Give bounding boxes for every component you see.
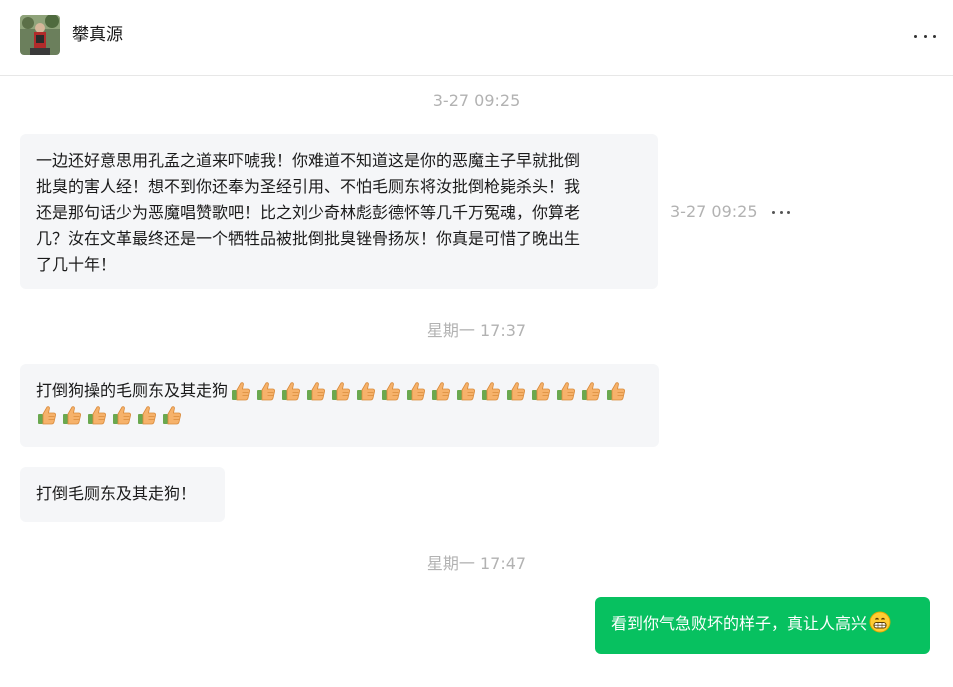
thumbs-up-icon <box>163 406 181 425</box>
thumbs-up-icon <box>507 382 526 401</box>
thumbs-up-icon <box>557 382 576 401</box>
message-line: 批臭的害人经！想不到你还奉为圣经引用、不怕毛厕东将汝批倒枪毙杀头！我 <box>36 177 581 196</box>
grinning-face-icon <box>869 611 891 633</box>
time-separator: 星期一 17:47 <box>426 554 527 573</box>
message-bubble-outgoing[interactable]: 看到你气急败坏的样子，真让人高兴 <box>595 597 930 654</box>
thumbs-up-icon <box>582 382 601 401</box>
more-options-icon[interactable] <box>911 25 939 47</box>
message-line: 一边还好意思用孔孟之道来吓唬我！你难道不知道这是你的恶魔主子早就批倒 <box>36 151 581 170</box>
thumbs-up-icon <box>382 382 401 401</box>
thumbs-up-icon <box>357 382 376 401</box>
thumbs-up-icon <box>332 382 351 401</box>
thumbs-up-icon <box>232 382 251 401</box>
thumbs-up-icon <box>457 382 476 401</box>
message-time: 3-27 09:25 <box>670 202 758 221</box>
message-line: 还是那句话少为恶魔唱赞歌吧！比之刘少奇林彪彭德怀等几千万冤魂，你算老 <box>36 203 581 222</box>
thumbs-up-icon <box>113 406 131 425</box>
message-more-icon[interactable] <box>770 205 792 219</box>
message-line: 了几十年！ <box>36 255 117 274</box>
message-text: 看到你气急败坏的样子，真让人高兴 <box>611 614 868 633</box>
thumbs-up-icon <box>88 406 106 425</box>
time-separator: 3-27 09:25 <box>432 91 521 110</box>
chat-header: 攀真源 <box>0 0 953 76</box>
thumbs-up-icon <box>257 382 276 401</box>
message-line: 几？汝在文革最终还是一个牺牲品被批倒批臭锉骨扬灰！你真是可惜了晚出生 <box>36 229 581 248</box>
thumbs-up-icon <box>282 382 301 401</box>
message-text: 打倒狗操的毛厕东及其走狗 <box>36 381 229 400</box>
avatar[interactable] <box>20 15 60 55</box>
thumbs-up-icon <box>482 382 501 401</box>
message-text: 打倒毛厕东及其走狗！ <box>36 484 197 503</box>
thumbs-up-icon <box>138 406 156 425</box>
message-bubble-incoming[interactable]: 打倒狗操的毛厕东及其走狗 <box>20 364 659 447</box>
thumbs-up-icon <box>307 382 326 401</box>
contact-name: 攀真源 <box>72 25 123 45</box>
thumbs-up-icon <box>407 382 426 401</box>
message-content: 打倒狗操的毛厕东及其走狗 <box>36 378 643 426</box>
message-bubble-incoming[interactable]: 一边还好意思用孔孟之道来吓唬我！你难道不知道这是你的恶魔主子早就批倒 批臭的害人… <box>20 134 658 289</box>
time-separator: 星期一 17:37 <box>426 321 527 340</box>
thumbs-up-icon <box>607 382 626 401</box>
thumbs-up-icon <box>63 406 81 425</box>
message-bubble-incoming[interactable]: 打倒毛厕东及其走狗！ <box>20 467 225 522</box>
thumbs-up-icon <box>38 406 56 425</box>
thumbs-up-icon <box>432 382 451 401</box>
thumbs-up-icon <box>532 382 551 401</box>
